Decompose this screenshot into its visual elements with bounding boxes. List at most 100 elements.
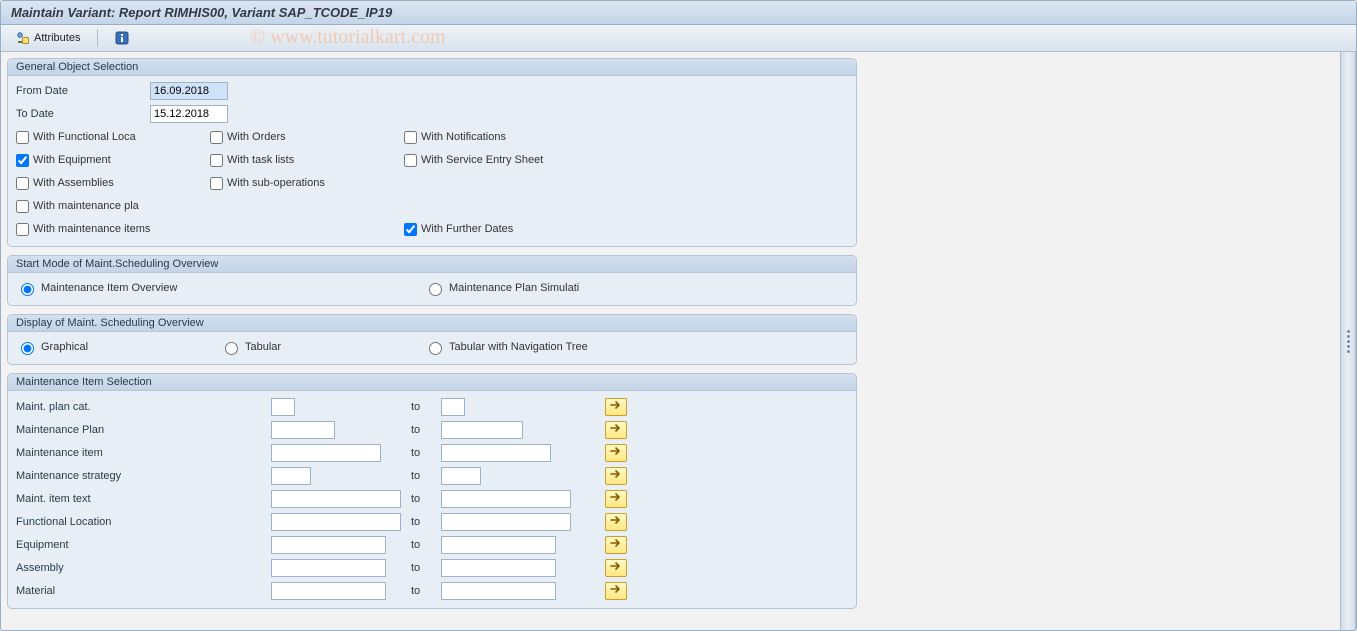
cb-equipment-input[interactable] (16, 154, 29, 167)
multiple-selection-button[interactable] (605, 513, 627, 531)
cb-further-dates[interactable]: With Further Dates (404, 223, 594, 236)
selection-label: Assembly (16, 562, 271, 574)
right-splitter[interactable] (1340, 52, 1356, 630)
cb-label: With sub-operations (227, 177, 325, 189)
cb-assemblies[interactable]: With Assemblies (16, 177, 206, 190)
radio-label: Maintenance Item Overview (41, 282, 177, 294)
multiple-selection-button[interactable] (605, 559, 627, 577)
radio-input[interactable] (429, 342, 442, 355)
radio-graphical[interactable]: Graphical (16, 339, 216, 355)
multiple-selection-button[interactable] (605, 398, 627, 416)
cb-orders-input[interactable] (210, 131, 223, 144)
cb-label: With Functional Loca (33, 131, 136, 143)
radio-input[interactable] (225, 342, 238, 355)
selection-from-input[interactable] (271, 513, 401, 531)
arrow-right-icon (610, 584, 622, 597)
arrow-right-icon (610, 561, 622, 574)
radio-input[interactable] (21, 342, 34, 355)
radio-tabular-nav-tree[interactable]: Tabular with Navigation Tree (424, 339, 684, 355)
group-title: Display of Maint. Scheduling Overview (8, 315, 856, 332)
selection-from-input[interactable] (271, 559, 386, 577)
cb-equipment[interactable]: With Equipment (16, 154, 206, 167)
cb-notifications[interactable]: With Notifications (404, 131, 594, 144)
group-start-mode: Start Mode of Maint.Scheduling Overview … (7, 255, 857, 306)
cb-functional-location[interactable]: With Functional Loca (16, 131, 206, 144)
group-title: Start Mode of Maint.Scheduling Overview (8, 256, 856, 273)
selection-to-input[interactable] (441, 490, 571, 508)
selection-to-label: to (411, 424, 441, 436)
group-title: General Object Selection (8, 59, 856, 76)
cb-notifications-input[interactable] (404, 131, 417, 144)
cb-sub-operations[interactable]: With sub-operations (210, 177, 400, 190)
cb-maintenance-items-input[interactable] (16, 223, 29, 236)
radio-maint-item-overview[interactable]: Maintenance Item Overview (16, 280, 216, 296)
multiple-selection-button[interactable] (605, 444, 627, 462)
info-button[interactable] (108, 28, 136, 48)
grip-dot (1347, 350, 1350, 353)
cb-sub-operations-input[interactable] (210, 177, 223, 190)
selection-label: Maintenance item (16, 447, 271, 459)
cb-functional-location-input[interactable] (16, 131, 29, 144)
selection-from-input[interactable] (271, 467, 311, 485)
selection-to-label: to (411, 516, 441, 528)
selection-to-input[interactable] (441, 398, 465, 416)
sap-window: Maintain Variant: Report RIMHIS00, Varia… (0, 0, 1357, 631)
multiple-selection-button[interactable] (605, 421, 627, 439)
cb-task-lists-input[interactable] (210, 154, 223, 167)
grip-dot (1347, 330, 1350, 333)
selection-to-input[interactable] (441, 467, 481, 485)
cb-label: With Equipment (33, 154, 111, 166)
selection-label: Maintenance Plan (16, 424, 271, 436)
from-date-input[interactable] (150, 82, 228, 100)
selection-to-label: to (411, 447, 441, 459)
radio-maint-plan-simulati[interactable]: Maintenance Plan Simulati (424, 280, 624, 296)
to-date-input[interactable] (150, 105, 228, 123)
radio-input[interactable] (429, 283, 442, 296)
cb-assemblies-input[interactable] (16, 177, 29, 190)
arrow-right-icon (610, 538, 622, 551)
selection-from-input[interactable] (271, 536, 386, 554)
attributes-button[interactable]: Attributes (9, 28, 87, 48)
grip-dot (1347, 345, 1350, 348)
cb-maintenance-items[interactable]: With maintenance items (16, 223, 206, 236)
selection-row: Materialto (16, 579, 848, 602)
to-date-label: To Date (16, 108, 146, 120)
multiple-selection-button[interactable] (605, 536, 627, 554)
radio-label: Graphical (41, 341, 88, 353)
selection-from-input[interactable] (271, 398, 295, 416)
selection-from-input[interactable] (271, 444, 381, 462)
cb-further-dates-input[interactable] (404, 223, 417, 236)
selection-to-input[interactable] (441, 559, 556, 577)
cb-maintenance-pla-input[interactable] (16, 200, 29, 213)
multiple-selection-button[interactable] (605, 490, 627, 508)
selection-from-input[interactable] (271, 421, 335, 439)
selection-row: Functional Locationto (16, 510, 848, 533)
cb-service-entry[interactable]: With Service Entry Sheet (404, 154, 594, 167)
selection-from-input[interactable] (271, 582, 386, 600)
selection-row: Maintenance strategyto (16, 464, 848, 487)
arrow-right-icon (610, 492, 622, 505)
selection-to-input[interactable] (441, 513, 571, 531)
toolbar-separator (97, 29, 98, 47)
cb-orders[interactable]: With Orders (210, 131, 400, 144)
content-area: General Object Selection From Date To Da… (1, 52, 1356, 630)
selection-label: Maint. item text (16, 493, 271, 505)
selection-to-input[interactable] (441, 444, 551, 462)
cb-task-lists[interactable]: With task lists (210, 154, 400, 167)
selection-to-input[interactable] (441, 582, 556, 600)
group-maintenance-item-selection: Maintenance Item Selection Maint. plan c… (7, 373, 857, 609)
form-scroll[interactable]: General Object Selection From Date To Da… (1, 52, 1340, 630)
multiple-selection-button[interactable] (605, 467, 627, 485)
radio-tabular[interactable]: Tabular (220, 339, 420, 355)
arrow-right-icon (610, 400, 622, 413)
radio-input[interactable] (21, 283, 34, 296)
selection-to-input[interactable] (441, 421, 523, 439)
selection-from-input[interactable] (271, 490, 401, 508)
group-title: Maintenance Item Selection (8, 374, 856, 391)
selection-row: Equipmentto (16, 533, 848, 556)
cb-maintenance-pla[interactable]: With maintenance pla (16, 200, 206, 213)
cb-label: With maintenance items (33, 223, 150, 235)
cb-service-entry-input[interactable] (404, 154, 417, 167)
selection-to-input[interactable] (441, 536, 556, 554)
multiple-selection-button[interactable] (605, 582, 627, 600)
